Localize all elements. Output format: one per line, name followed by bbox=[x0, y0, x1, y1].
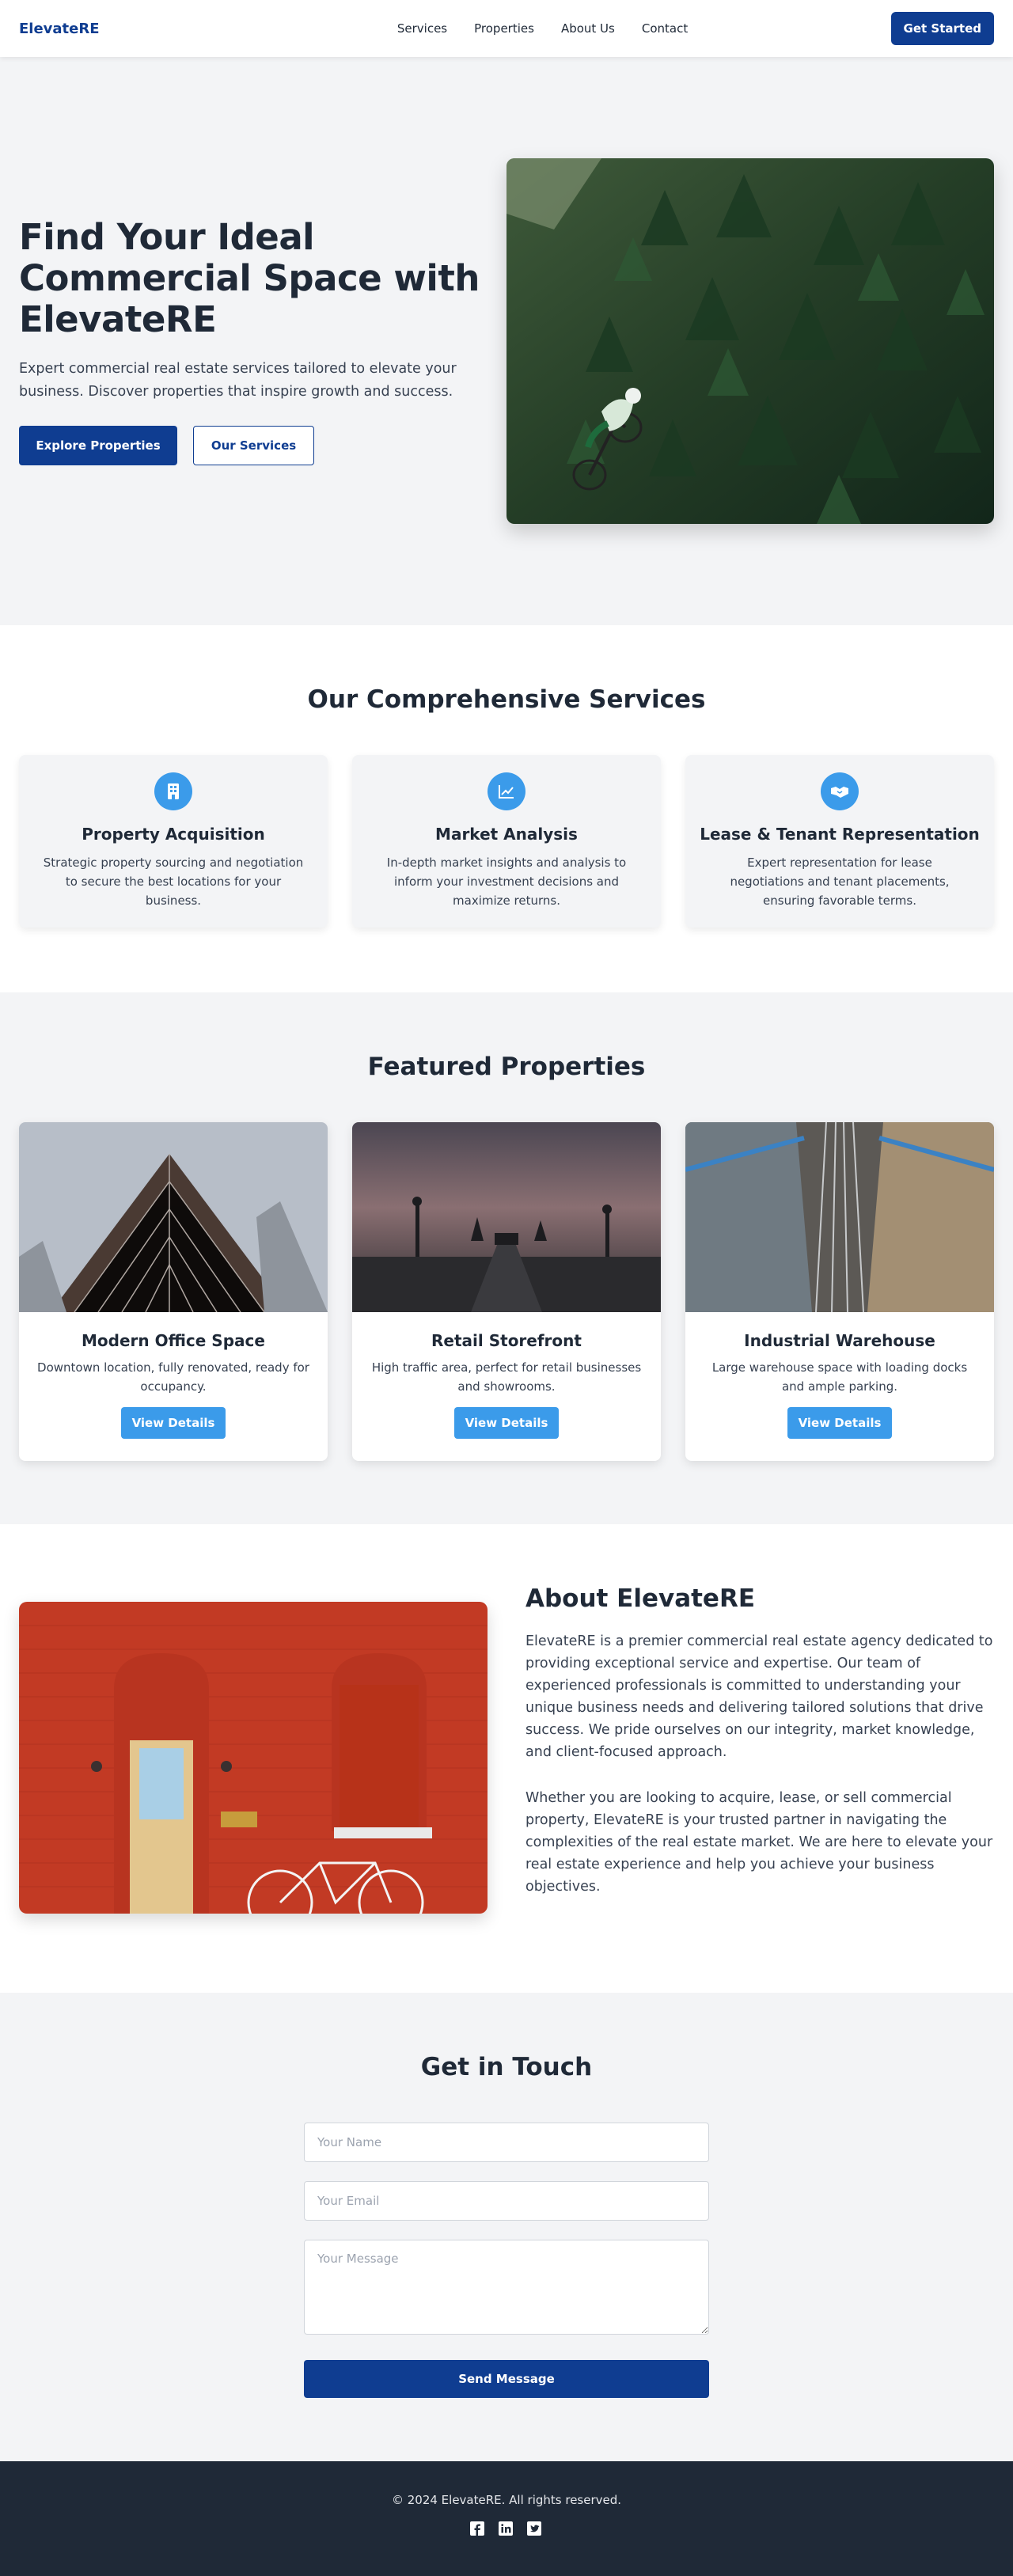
our-services-button[interactable]: Our Services bbox=[193, 426, 314, 465]
hero-image bbox=[506, 158, 994, 524]
about-image bbox=[19, 1602, 488, 1914]
service-description: Expert representation for lease negotiat… bbox=[730, 856, 950, 908]
twitter-icon[interactable] bbox=[527, 2521, 543, 2537]
property-card-retail: Retail Storefront High traffic area, per… bbox=[352, 1122, 661, 1461]
property-title: Retail Storefront bbox=[431, 1331, 582, 1350]
chart-line-icon bbox=[488, 772, 525, 810]
hero-text: Find Your Ideal Commercial Space with El… bbox=[19, 217, 494, 465]
service-description: Strategic property sourcing and negotiat… bbox=[43, 856, 304, 908]
property-card-office: Modern Office Space Downtown location, f… bbox=[19, 1122, 328, 1461]
property-card-warehouse: Industrial Warehouse Large warehouse spa… bbox=[685, 1122, 994, 1461]
explore-properties-button[interactable]: Explore Properties bbox=[19, 426, 177, 465]
site-footer: © 2024 ElevateRE. All rights reserved. bbox=[0, 2461, 1013, 2576]
services-title: Our Comprehensive Services bbox=[307, 685, 706, 714]
linkedin-icon[interactable] bbox=[499, 2521, 514, 2537]
service-description: In-depth market insights and analysis to… bbox=[386, 856, 627, 908]
message-field[interactable] bbox=[304, 2240, 709, 2335]
property-description: Downtown location, fully renovated, read… bbox=[37, 1360, 309, 1394]
contact-section: Get in Touch Send Message bbox=[0, 1993, 1013, 2461]
property-image-office bbox=[19, 1122, 328, 1312]
social-links bbox=[0, 2521, 1013, 2537]
service-card-property-acquisition: Property Acquisition Strategic property … bbox=[19, 755, 328, 928]
email-field[interactable] bbox=[304, 2181, 709, 2221]
main-nav: Services Properties About Us Contact bbox=[397, 21, 688, 36]
property-title: Modern Office Space bbox=[82, 1331, 265, 1350]
service-card-market-analysis: Market Analysis In-depth market insights… bbox=[352, 755, 661, 928]
property-image-warehouse bbox=[685, 1122, 994, 1312]
property-title: Industrial Warehouse bbox=[744, 1331, 935, 1350]
view-details-button[interactable]: View Details bbox=[121, 1407, 226, 1439]
featured-properties-section: Featured Properties Modern Office Space … bbox=[0, 992, 1013, 1524]
hero-section: Find Your Ideal Commercial Space with El… bbox=[0, 57, 1013, 625]
about-section: About ElevateRE ElevateRE is a premier c… bbox=[0, 1524, 1013, 1993]
property-image-retail bbox=[352, 1122, 661, 1312]
contact-title: Get in Touch bbox=[420, 2053, 593, 2081]
site-header: ElevateRE Services Properties About Us C… bbox=[0, 0, 1013, 57]
about-paragraph-1: ElevateRE is a premier commercial real e… bbox=[525, 1633, 993, 1760]
view-details-button[interactable]: View Details bbox=[787, 1407, 892, 1439]
about-title: About ElevateRE bbox=[525, 1584, 756, 1613]
hero-buttons: Explore Properties Our Services bbox=[19, 426, 494, 465]
hero-title: Find Your Ideal Commercial Space with El… bbox=[19, 216, 480, 340]
service-title: Market Analysis bbox=[435, 825, 578, 844]
hero-subtitle: Expert commercial real estate services t… bbox=[19, 361, 457, 400]
copyright-text: © 2024 ElevateRE. All rights reserved. bbox=[391, 2493, 622, 2507]
handshake-icon bbox=[821, 772, 859, 810]
logo[interactable]: ElevateRE bbox=[19, 21, 100, 37]
facebook-icon[interactable] bbox=[470, 2521, 486, 2537]
service-title: Property Acquisition bbox=[82, 825, 265, 844]
service-title: Lease & Tenant Representation bbox=[700, 825, 980, 844]
featured-title: Featured Properties bbox=[367, 1053, 646, 1081]
nav-link-contact[interactable]: Contact bbox=[642, 21, 688, 36]
name-field[interactable] bbox=[304, 2123, 709, 2162]
property-description: Large warehouse space with loading docks… bbox=[711, 1360, 968, 1394]
property-description: High traffic area, perfect for retail bu… bbox=[371, 1360, 642, 1394]
nav-link-about[interactable]: About Us bbox=[561, 21, 615, 36]
view-details-button[interactable]: View Details bbox=[454, 1407, 559, 1439]
contact-form: Send Message bbox=[304, 2123, 709, 2398]
about-text: About ElevateRE ElevateRE is a premier c… bbox=[525, 1584, 994, 1898]
service-card-lease-representation: Lease & Tenant Representation Expert rep… bbox=[685, 755, 994, 928]
send-message-button[interactable]: Send Message bbox=[304, 2360, 709, 2398]
get-started-button[interactable]: Get Started bbox=[890, 12, 994, 45]
building-icon bbox=[154, 772, 192, 810]
services-section: Our Comprehensive Services Property Acqu… bbox=[0, 625, 1013, 992]
about-paragraph-2: Whether you are looking to acquire, leas… bbox=[525, 1790, 993, 1895]
nav-link-properties[interactable]: Properties bbox=[474, 21, 534, 36]
nav-link-services[interactable]: Services bbox=[397, 21, 447, 36]
